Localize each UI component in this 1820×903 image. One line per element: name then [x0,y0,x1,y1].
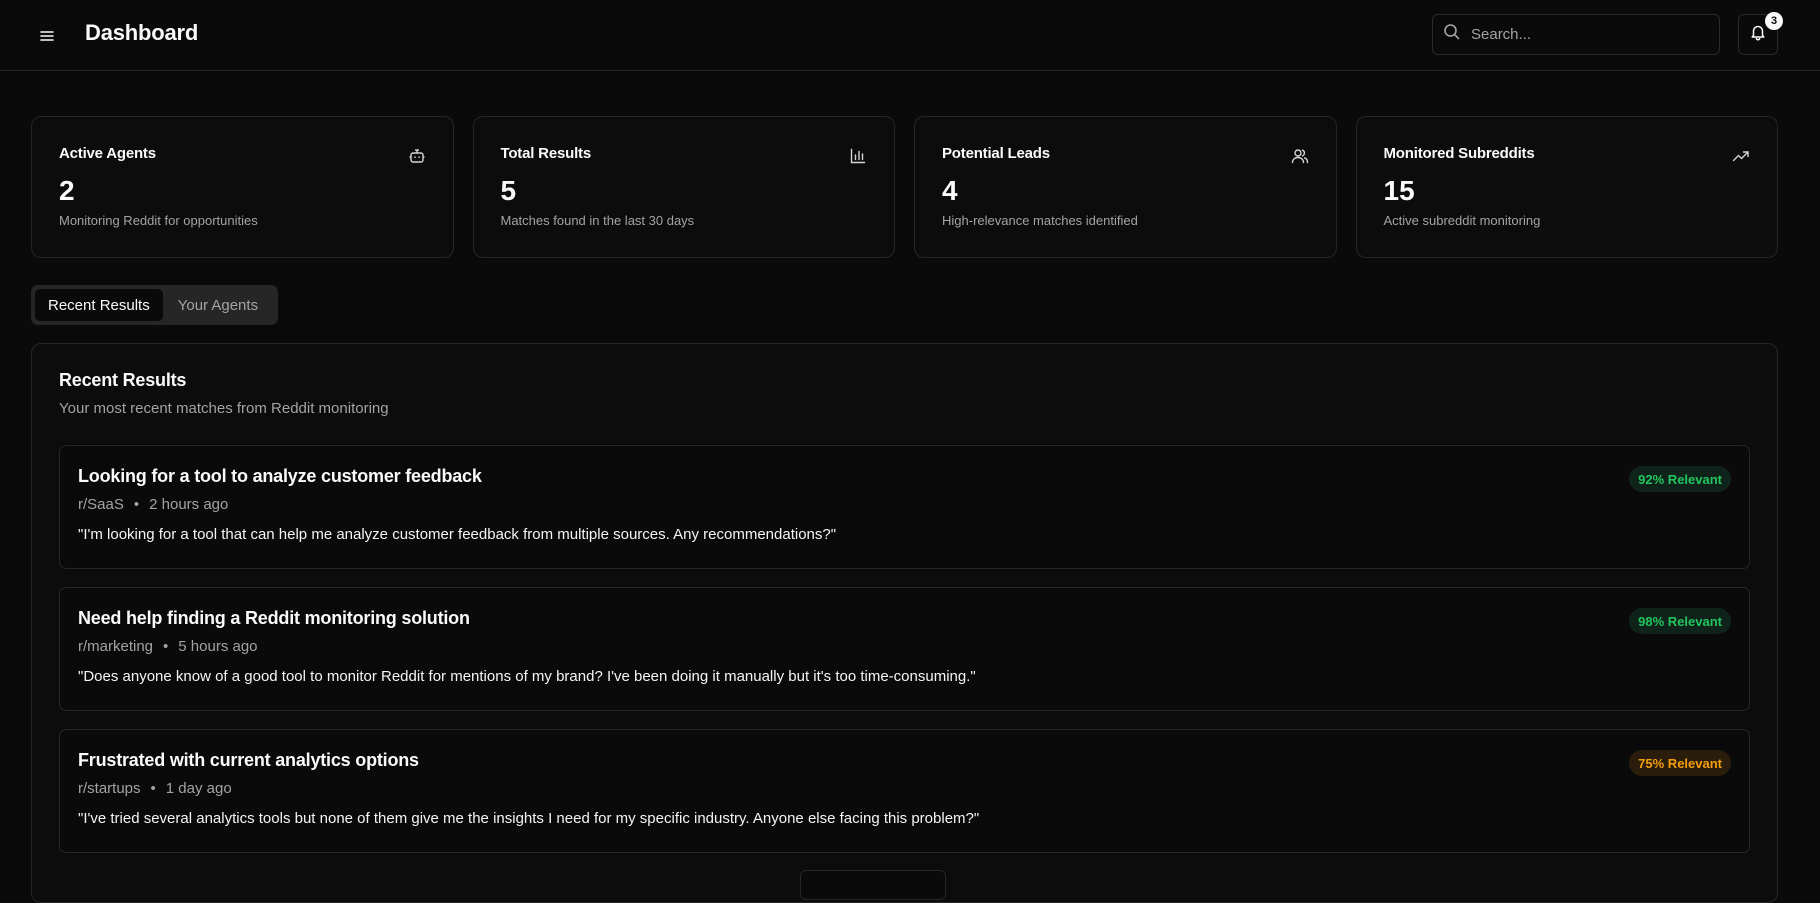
bar-chart-icon [849,147,867,165]
result-subreddit[interactable]: r/SaaS [78,496,124,513]
result-meta: r/marketing • 5 hours ago [78,638,1731,655]
search-icon [1443,23,1461,46]
recent-results-panel: Recent Results Your most recent matches … [31,343,1778,903]
relevance-badge: 98% Relevant [1629,608,1731,634]
result-list: Looking for a tool to analyze customer f… [59,445,1750,853]
stat-value: 4 [942,175,958,206]
notifications-button[interactable]: 3 [1738,12,1783,55]
relevance-badge: 92% Relevant [1629,466,1731,492]
result-item[interactable]: Frustrated with current analytics option… [59,729,1750,853]
result-item[interactable]: Need help finding a Reddit monitoring so… [59,587,1750,711]
stat-card-potential-leads: Potential Leads 4 High-relevance matches… [914,116,1337,258]
stat-label: Potential Leads [942,145,1050,162]
search-input[interactable] [1471,26,1701,43]
search-box[interactable] [1432,14,1720,55]
result-time: 5 hours ago [178,638,258,655]
result-meta: r/SaaS • 2 hours ago [78,496,1731,513]
menu-icon[interactable] [35,24,59,48]
result-time: 1 day ago [165,780,232,797]
stat-description: Matches found in the last 30 days [500,213,695,228]
tab-your-agents[interactable]: Your Agents [165,289,271,321]
meta-separator: • [133,496,140,513]
result-quote: "I'm looking for a tool that can help me… [78,526,837,543]
result-title[interactable]: Frustrated with current analytics option… [78,750,1731,771]
top-bar: Dashboard 3 [0,0,1820,71]
trending-up-icon [1732,147,1750,165]
stat-card-active-agents: Active Agents 2 Monitoring Reddit for op… [31,116,454,258]
bot-icon [408,147,426,165]
stat-value: 5 [500,175,517,206]
stat-label: Monitored Subreddits [1383,145,1535,162]
relevance-badge: 75% Relevant [1629,750,1731,776]
users-icon [1291,147,1309,165]
result-quote: "Does anyone know of a good tool to moni… [78,668,976,685]
stat-value: 2 [59,175,75,206]
meta-separator: • [163,638,169,655]
tab-recent-results[interactable]: Recent Results [35,289,163,321]
result-title[interactable]: Need help finding a Reddit monitoring so… [78,608,1731,629]
bell-icon [1749,23,1767,46]
notification-badge: 3 [1765,12,1783,30]
stat-value: 15 [1383,175,1415,206]
view-all-button[interactable] [800,870,946,900]
stat-label: Active Agents [59,145,156,162]
stat-card-total-results: Total Results 5 Matches found in the las… [472,116,895,258]
stat-label: Total Results [500,145,592,162]
stat-description: Active subreddit monitoring [1383,213,1541,228]
meta-separator: • [150,780,156,797]
stat-card-monitored-subreddits: Monitored Subreddits 15 Active subreddit… [1355,116,1778,258]
stats-row: Active Agents 2 Monitoring Reddit for op… [31,116,1778,258]
page-title: Dashboard [85,20,199,45]
result-title[interactable]: Looking for a tool to analyze customer f… [78,466,1731,487]
stat-description: High-relevance matches identified [942,213,1138,228]
result-subreddit[interactable]: r/startups [78,780,141,797]
tab-list: Recent Results Your Agents [31,285,278,325]
stat-description: Monitoring Reddit for opportunities [59,213,258,228]
result-item[interactable]: Looking for a tool to analyze customer f… [59,445,1750,569]
panel-subtitle: Your most recent matches from Reddit mon… [59,400,389,417]
result-subreddit[interactable]: r/marketing [78,638,153,655]
panel-title: Recent Results [59,370,187,390]
result-time: 2 hours ago [149,496,229,513]
result-meta: r/startups • 1 day ago [78,780,1731,797]
result-quote: "I've tried several analytics tools but … [78,810,980,827]
